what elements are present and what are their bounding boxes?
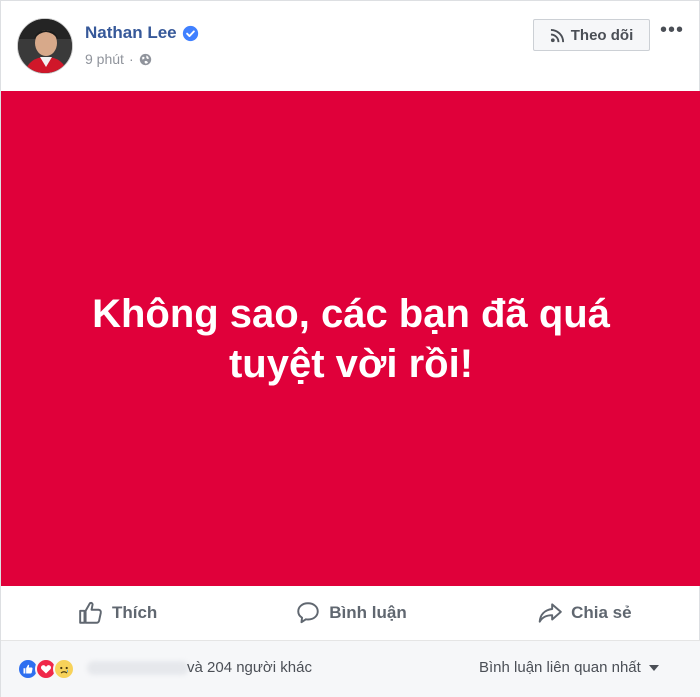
- status-banner: Không sao, các bạn đã quá tuyệt vời rồi!: [1, 91, 700, 586]
- like-button[interactable]: Thích: [1, 586, 234, 640]
- thumbs-up-icon: [79, 601, 102, 624]
- like-label: Thích: [111, 603, 158, 622]
- share-label: Chia sẻ: [571, 603, 632, 622]
- post-meta: 9 phút ·: [85, 51, 152, 67]
- sad-reaction-icon: [53, 658, 75, 680]
- follow-button[interactable]: Theo dõi: [533, 19, 650, 51]
- comment-icon: [297, 602, 319, 624]
- verified-badge-icon: [182, 25, 198, 41]
- share-button[interactable]: Chia sẻ: [468, 586, 700, 640]
- meta-separator: ·: [128, 51, 134, 67]
- post-header: Nathan Lee 9 phút · Theo dõi •••: [1, 1, 699, 91]
- reaction-count[interactable]: và 204 người khác: [187, 659, 312, 676]
- post-timestamp[interactable]: 9 phút: [85, 51, 124, 67]
- follow-label: Theo dõi: [570, 26, 634, 44]
- comment-sort-dropdown[interactable]: Bình luận liên quan nhất: [479, 659, 659, 676]
- status-text: Không sao, các bạn đã quá tuyệt vời rồi!: [92, 291, 610, 386]
- comment-button[interactable]: Bình luận: [234, 586, 467, 640]
- globe-icon[interactable]: [139, 53, 152, 66]
- caret-down-icon: [648, 664, 659, 671]
- author-line: Nathan Lee: [85, 23, 199, 43]
- sort-label: Bình luận liên quan nhất: [479, 659, 641, 676]
- author-avatar[interactable]: [17, 18, 73, 74]
- share-arrow-icon: [538, 603, 562, 623]
- reaction-icons[interactable]: [17, 658, 75, 680]
- rss-icon: [550, 28, 564, 42]
- action-bar: Thích Bình luận Chia sẻ: [1, 586, 700, 641]
- facebook-post: Nathan Lee 9 phút · Theo dõi ••• Không s…: [0, 0, 700, 697]
- reactions-bar: và 204 người khác Bình luận liên quan nh…: [1, 641, 700, 697]
- comment-label: Bình luận: [329, 603, 407, 622]
- more-options-button[interactable]: •••: [658, 19, 686, 41]
- redacted-names: [87, 661, 189, 675]
- author-name[interactable]: Nathan Lee: [85, 23, 177, 43]
